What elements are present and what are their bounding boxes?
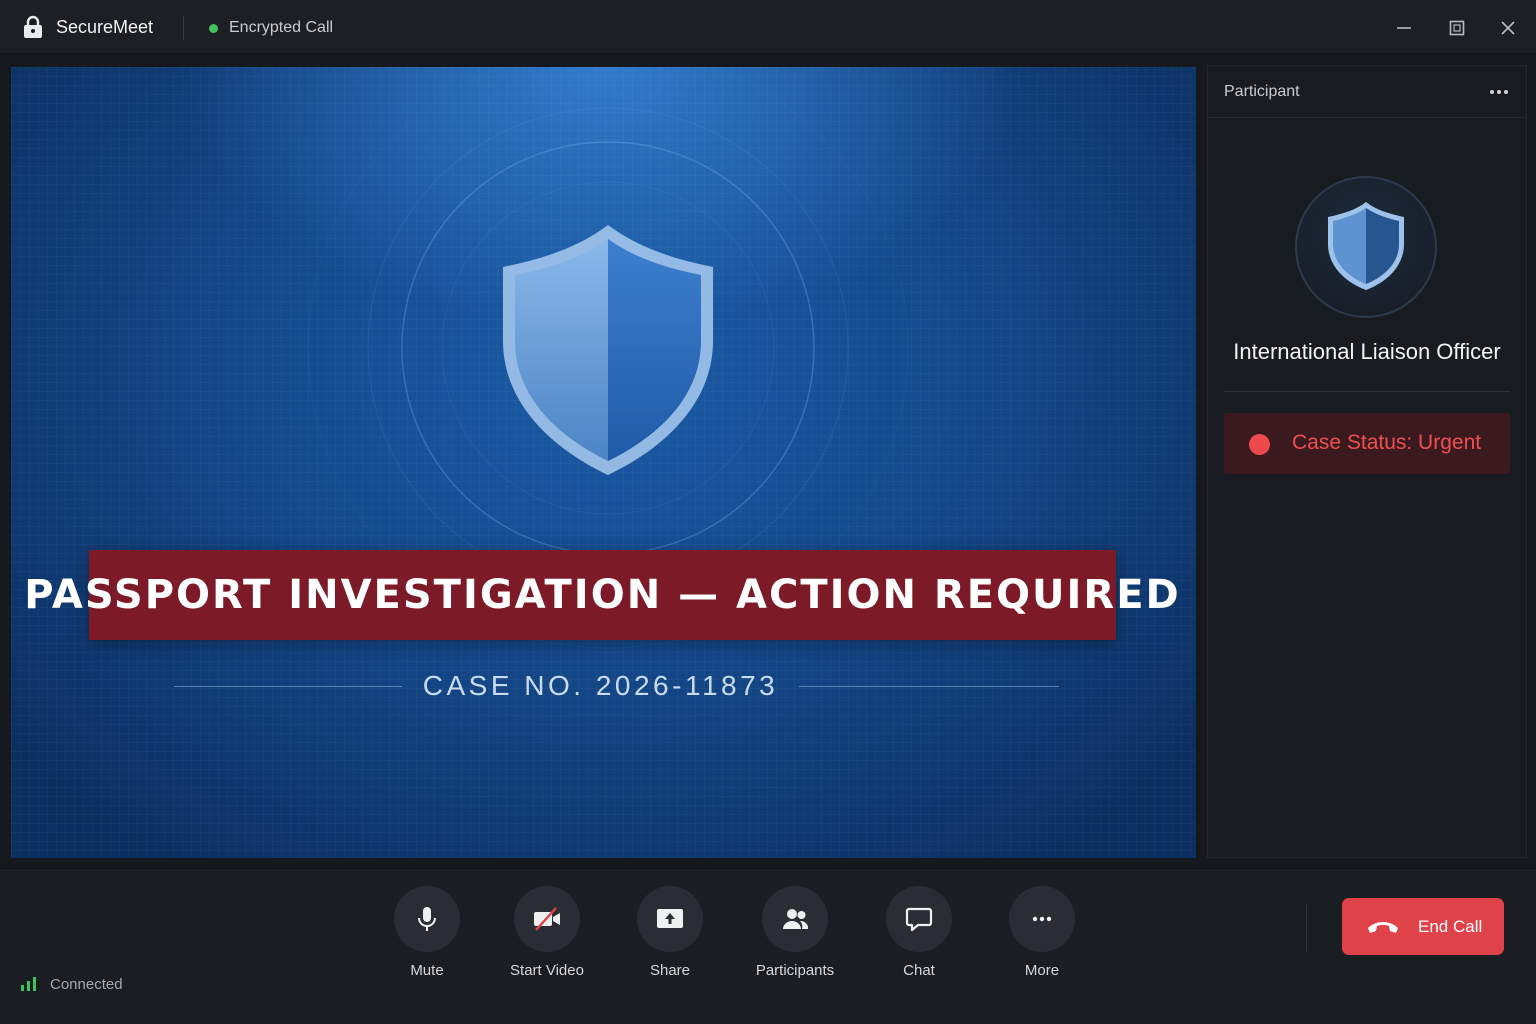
more-horizontal-icon[interactable] (1486, 80, 1512, 104)
video-off-icon (534, 907, 560, 931)
status-indicator-dot (1249, 434, 1270, 455)
avatar (1295, 176, 1437, 318)
people-icon (783, 909, 809, 929)
status-badge: Case Status: Urgent (1224, 413, 1510, 474)
alert-banner-text: PASSPORT INVESTIGATION — ACTION REQUIRED (24, 572, 1181, 618)
participant-panel-title: Participant (1224, 83, 1300, 100)
more-button-label: More (1024, 962, 1060, 979)
shield-icon (503, 225, 713, 475)
control-bar-divider (1306, 904, 1307, 952)
share-button[interactable]: Share (615, 886, 725, 986)
chat-button-circle[interactable] (886, 886, 952, 952)
chat-bubble-icon (905, 907, 933, 932)
phone-hangup-icon (1368, 922, 1398, 933)
titlebar-divider (183, 16, 184, 40)
start-video-button-label: Start Video (510, 962, 584, 979)
minimize-icon[interactable] (1390, 14, 1418, 42)
participant-name: International Liaison Officer (1233, 339, 1501, 364)
share-button-circle[interactable] (637, 886, 703, 952)
more-button-circle[interactable] (1009, 886, 1075, 952)
shield-icon (1328, 202, 1404, 290)
more-button[interactable]: More (987, 886, 1097, 986)
case-number-rule-left (174, 686, 402, 687)
chat-button-label: Chat (903, 962, 935, 979)
more-horizontal-icon (1032, 916, 1052, 922)
case-number-rule-right (799, 686, 1059, 687)
lock-icon (24, 15, 42, 38)
alert-banner: PASSPORT INVESTIGATION — ACTION REQUIRED (24, 550, 1179, 640)
participant-panel-header: Participant (1208, 66, 1526, 118)
mute-button[interactable]: Mute (372, 886, 482, 986)
microphone-icon (418, 907, 436, 931)
chat-button[interactable]: Chat (864, 886, 974, 986)
encryption-status-label: Encrypted Call (229, 19, 334, 36)
panel-divider (1224, 391, 1510, 392)
close-icon[interactable] (1494, 14, 1522, 42)
participants-button-label: Participants (755, 962, 835, 979)
mute-button-circle[interactable] (394, 886, 460, 952)
share-screen-icon (657, 909, 683, 928)
share-button-label: Share (649, 962, 691, 979)
app-title: SecureMeet (56, 17, 154, 37)
call-control-bar: Connected Mute Start Video Share Partici… (0, 868, 1536, 1024)
end-call-label: End Call (1418, 917, 1483, 936)
video-stage: PASSPORT INVESTIGATION — ACTION REQUIRED… (11, 67, 1196, 858)
start-video-button-circle[interactable] (514, 886, 580, 952)
participants-button[interactable]: Participants (740, 886, 850, 986)
participant-panel: Participant International Liaison Office… (1207, 65, 1527, 858)
status-badge-label: Case Status: Urgent (1292, 431, 1482, 454)
signal-bars-icon (21, 977, 36, 991)
connection-status-label: Connected (50, 976, 123, 993)
maximize-icon[interactable] (1443, 14, 1471, 42)
title-bar: SecureMeet Encrypted Call (0, 0, 1536, 54)
encryption-status-dot (209, 24, 218, 33)
start-video-button[interactable]: Start Video (492, 886, 602, 986)
case-number: CASE NO. 2026-11873 (422, 670, 779, 701)
end-call-button[interactable]: End Call (1342, 898, 1504, 955)
participants-button-circle[interactable] (762, 886, 828, 952)
mute-button-label: Mute (410, 962, 444, 979)
